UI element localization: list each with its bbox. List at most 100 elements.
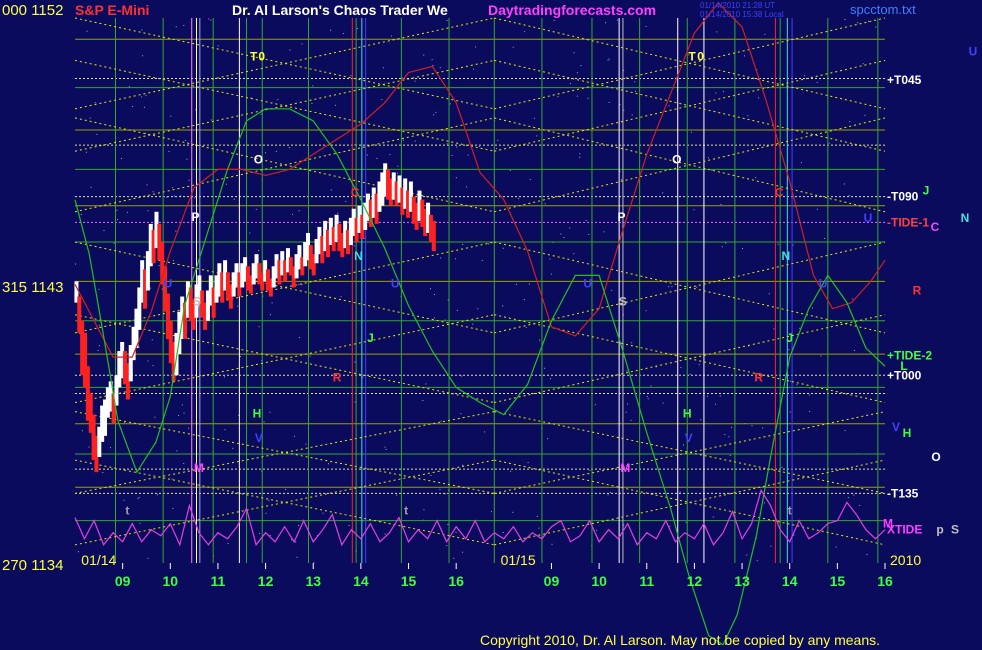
star-dot <box>429 288 431 290</box>
right-marker: O <box>931 450 940 464</box>
star-dot <box>158 265 160 267</box>
star-dot <box>258 249 260 251</box>
star-dot <box>751 425 753 427</box>
year-label: 2010 <box>890 552 921 568</box>
star-dot <box>462 551 464 553</box>
astro-marker: N <box>354 249 363 263</box>
astro-marker: U <box>164 276 173 290</box>
file-name: spcctom.txt <box>850 2 916 17</box>
star-dot <box>589 470 591 472</box>
star-dot <box>679 491 681 493</box>
star-dot <box>544 203 546 205</box>
star-dot <box>605 22 607 24</box>
star-dot <box>397 165 399 167</box>
star-dot <box>342 32 344 34</box>
star-dot <box>466 186 468 188</box>
star-dot <box>481 259 483 261</box>
star-dot <box>268 499 270 501</box>
star-dot <box>828 142 830 144</box>
star-dot <box>269 314 271 316</box>
star-dot <box>178 415 180 417</box>
star-dot <box>225 183 227 185</box>
star-dot <box>747 115 749 117</box>
star-dot <box>550 378 552 380</box>
star-dot <box>269 411 271 413</box>
star-dot <box>475 46 477 48</box>
hour-tick-label: 13 <box>305 573 321 589</box>
star-dot <box>154 416 156 418</box>
star-dot <box>120 157 122 159</box>
star-dot <box>729 455 731 457</box>
star-dot <box>259 532 261 534</box>
star-dot <box>551 543 553 545</box>
star-dot <box>431 59 433 61</box>
star-dot <box>671 286 673 288</box>
star-dot <box>141 29 143 31</box>
right-marker: L <box>900 359 907 373</box>
star-dot <box>712 516 714 518</box>
star-dot <box>862 63 864 65</box>
star-dot <box>461 375 463 377</box>
star-dot <box>484 431 486 433</box>
star-dot <box>796 384 798 386</box>
astro-marker: O <box>672 152 681 166</box>
star-dot <box>298 524 300 526</box>
star-dot <box>98 345 100 347</box>
star-dot <box>650 385 652 387</box>
timestamp-ut: 01/14/2010 21:28 UT <box>700 1 775 10</box>
star-dot <box>662 192 664 194</box>
star-dot <box>875 26 877 28</box>
star-dot <box>596 529 598 531</box>
star-dot <box>102 471 104 473</box>
star-dot <box>536 515 538 517</box>
right-marker: p <box>936 523 943 537</box>
astro-marker: H <box>253 407 262 421</box>
star-dot <box>451 154 453 156</box>
star-dot <box>627 403 629 405</box>
star-dot <box>573 52 575 54</box>
star-dot <box>587 97 589 99</box>
star-dot <box>715 403 717 405</box>
star-dot <box>172 187 174 189</box>
star-dot <box>103 229 105 231</box>
star-dot <box>88 446 90 448</box>
star-dot <box>843 183 845 185</box>
star-dot <box>423 509 425 511</box>
star-dot <box>269 535 271 537</box>
star-dot <box>853 494 855 496</box>
star-dot <box>502 531 504 533</box>
star-dot <box>763 502 765 504</box>
star-dot <box>293 435 295 437</box>
star-dot <box>487 243 489 245</box>
star-dot <box>86 30 88 32</box>
star-dot <box>529 178 531 180</box>
star-dot <box>700 419 702 421</box>
star-dot <box>731 426 733 428</box>
hour-tick-label: 15 <box>401 573 417 589</box>
star-dot <box>188 179 190 181</box>
star-dot <box>472 323 474 325</box>
star-dot <box>864 114 866 116</box>
astro-marker: J <box>367 331 374 345</box>
star-dot <box>680 366 682 368</box>
star-dot <box>455 531 457 533</box>
star-dot <box>516 283 518 285</box>
star-dot <box>576 72 578 74</box>
star-dot <box>844 19 846 21</box>
hour-tick-label: 16 <box>448 573 464 589</box>
star-dot <box>623 109 625 111</box>
star-dot <box>181 404 183 406</box>
star-dot <box>356 27 358 29</box>
star-dot <box>126 211 128 213</box>
star-dot <box>563 236 565 238</box>
right-marker: S <box>951 523 959 537</box>
star-dot <box>770 545 772 547</box>
star-dot <box>142 55 144 57</box>
star-dot <box>137 498 139 500</box>
star-dot <box>608 101 610 103</box>
star-dot <box>588 234 590 236</box>
star-dot <box>631 342 633 344</box>
star-dot <box>576 95 578 97</box>
date-label: 01/14 <box>81 552 116 568</box>
star-dot <box>502 305 504 307</box>
